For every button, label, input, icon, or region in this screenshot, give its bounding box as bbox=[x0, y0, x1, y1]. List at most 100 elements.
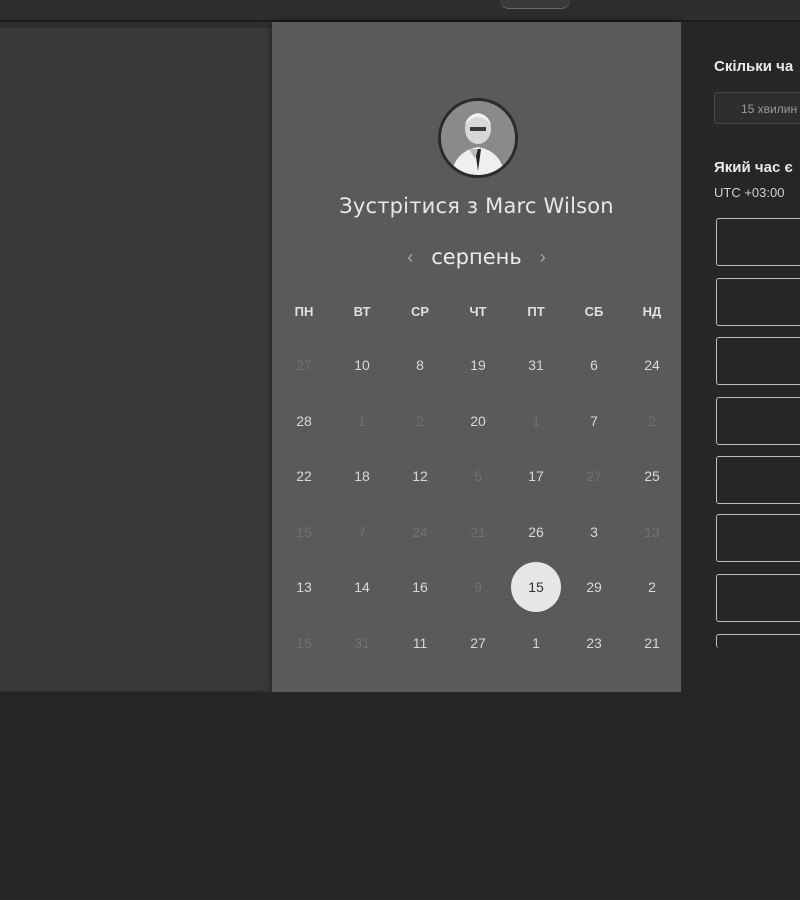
day-number: 7 bbox=[358, 523, 366, 540]
timezone-label[interactable]: UTC +03:00 bbox=[714, 185, 784, 200]
calendar-day[interactable]: 10 bbox=[333, 354, 391, 410]
day-number: 31 bbox=[354, 634, 370, 651]
calendar-day[interactable]: 12 bbox=[391, 465, 449, 521]
time-question: Який час є bbox=[714, 159, 793, 176]
day-number: 24 bbox=[644, 357, 660, 373]
weekday-label: НД bbox=[642, 304, 662, 319]
weekday-label: СР bbox=[410, 304, 430, 319]
day-number: 5 bbox=[474, 468, 482, 484]
day-number: 2 bbox=[648, 412, 656, 429]
day-number: 25 bbox=[644, 468, 660, 484]
weekday-header: ПН ВТ СР ЧТ ПТ СБ НД bbox=[275, 300, 681, 324]
person-icon bbox=[441, 101, 515, 175]
calendar-day[interactable]: 20 bbox=[449, 410, 507, 466]
top-bar bbox=[0, 0, 800, 22]
calendar-day: 9 bbox=[449, 576, 507, 632]
calendar-day[interactable]: 24 bbox=[623, 354, 681, 410]
selected-day[interactable]: 15 bbox=[507, 562, 565, 632]
avatar bbox=[438, 98, 518, 178]
booking-panel: Скільки ча 15 хвилин Який час є UTC +03:… bbox=[681, 22, 800, 692]
calendar-week-row: 22 18 12 5 17 27 25 bbox=[275, 465, 681, 521]
day-number: 27 bbox=[586, 468, 602, 484]
calendar-day[interactable]: 3 bbox=[565, 521, 623, 577]
calendar-day[interactable]: 23 bbox=[565, 632, 623, 688]
duration-option-button[interactable]: 15 хвилин bbox=[714, 92, 800, 124]
calendar-week-row: 28 1 2 20 1 7 2 bbox=[275, 410, 681, 466]
calendar-day[interactable]: 22 bbox=[275, 465, 333, 521]
calendar-day[interactable]: 11 bbox=[391, 632, 449, 688]
weekday-label: СБ bbox=[584, 304, 604, 319]
day-number: 9 bbox=[474, 579, 482, 595]
calendar-day[interactable]: 16 bbox=[391, 576, 449, 632]
calendar-day[interactable]: 7 bbox=[565, 410, 623, 466]
calendar-day[interactable]: 29 bbox=[565, 576, 623, 632]
calendar-day[interactable]: 17 bbox=[507, 465, 565, 521]
calendar-day[interactable]: 18 bbox=[333, 465, 391, 521]
calendar-week-row: 15 7 24 21 26 3 13 bbox=[275, 521, 681, 577]
calendar-day[interactable]: 2 bbox=[623, 576, 681, 632]
time-slot[interactable] bbox=[716, 514, 800, 562]
chevron-right-icon[interactable]: › bbox=[536, 247, 550, 268]
calendar-day[interactable]: 14 bbox=[333, 576, 391, 632]
page-title: Зустрітися з Marc Wilson bbox=[339, 194, 614, 218]
calendar-panel: Зустрітися з Marc Wilson ‹ серпень › ПН В… bbox=[272, 22, 681, 692]
calendar-day[interactable]: 27 bbox=[449, 632, 507, 688]
day-number: 1 bbox=[532, 412, 540, 429]
day-number: 26 bbox=[528, 523, 544, 540]
time-slot[interactable] bbox=[716, 218, 800, 266]
day-number: 31 bbox=[528, 357, 544, 373]
calendar-weeks: 27 10 8 19 31 6 24 28 1 2 20 1 7 2 22 18 12 5 17 27 25 15 7 24 2… bbox=[275, 354, 681, 687]
time-slot[interactable] bbox=[716, 397, 800, 445]
weekday-label: ВТ bbox=[353, 304, 371, 319]
day-number: 18 bbox=[354, 468, 370, 484]
day-number: 7 bbox=[590, 412, 598, 429]
page-footer-area bbox=[0, 692, 800, 900]
day-number: 6 bbox=[590, 357, 598, 373]
day-number: 2 bbox=[648, 579, 656, 595]
day-number: 14 bbox=[354, 579, 370, 595]
time-slot[interactable] bbox=[716, 634, 800, 648]
calendar-day: 27 bbox=[275, 354, 333, 410]
day-number: 21 bbox=[644, 634, 660, 651]
calendar-day: 24 bbox=[391, 521, 449, 577]
day-number: 23 bbox=[586, 634, 602, 651]
day-number: 22 bbox=[296, 468, 312, 484]
time-slot[interactable] bbox=[716, 456, 800, 504]
weekday-label: ЧТ bbox=[469, 304, 487, 319]
day-number: 2 bbox=[416, 412, 424, 429]
chevron-left-icon[interactable]: ‹ bbox=[403, 247, 417, 268]
day-number: 17 bbox=[528, 468, 544, 484]
day-number: 16 bbox=[412, 579, 428, 595]
calendar-day[interactable]: 25 bbox=[623, 465, 681, 521]
left-shade bbox=[0, 22, 272, 28]
calendar-day[interactable]: 6 bbox=[565, 354, 623, 410]
day-number: 1 bbox=[358, 412, 366, 429]
day-number: 20 bbox=[470, 412, 486, 429]
calendar-day[interactable]: 19 bbox=[449, 354, 507, 410]
calendar-day[interactable]: 8 bbox=[391, 354, 449, 410]
calendar-day[interactable]: 31 bbox=[507, 354, 565, 410]
top-bar-edge bbox=[500, 0, 570, 9]
time-slot[interactable] bbox=[716, 337, 800, 385]
day-number: 15 bbox=[296, 634, 312, 651]
calendar-grid: ПН ВТ СР ЧТ ПТ СБ НД 27 10 8 19 31 6 24 28 1 2 20 1 7 2 22 18… bbox=[275, 300, 681, 687]
calendar-day: 5 bbox=[449, 465, 507, 521]
calendar-week-row: 27 10 8 19 31 6 24 bbox=[275, 354, 681, 410]
calendar-day[interactable]: 13 bbox=[275, 576, 333, 632]
day-number: 19 bbox=[470, 357, 486, 373]
calendar-day: 21 bbox=[449, 521, 507, 577]
time-slot[interactable] bbox=[716, 278, 800, 326]
calendar-day: 27 bbox=[565, 465, 623, 521]
calendar-day[interactable]: 21 bbox=[623, 632, 681, 688]
day-number: 15 bbox=[511, 562, 561, 612]
calendar-day[interactable]: 1 bbox=[507, 632, 565, 688]
time-slot[interactable] bbox=[716, 574, 800, 622]
calendar-day: 1 bbox=[507, 410, 565, 466]
day-number: 27 bbox=[470, 634, 486, 651]
calendar-day[interactable]: 28 bbox=[275, 410, 333, 466]
day-number: 13 bbox=[644, 523, 660, 540]
day-number: 12 bbox=[412, 468, 428, 484]
day-number: 13 bbox=[296, 579, 312, 595]
day-number: 10 bbox=[354, 357, 370, 373]
calendar-week-row: 15 31 11 27 1 23 21 bbox=[275, 632, 681, 688]
